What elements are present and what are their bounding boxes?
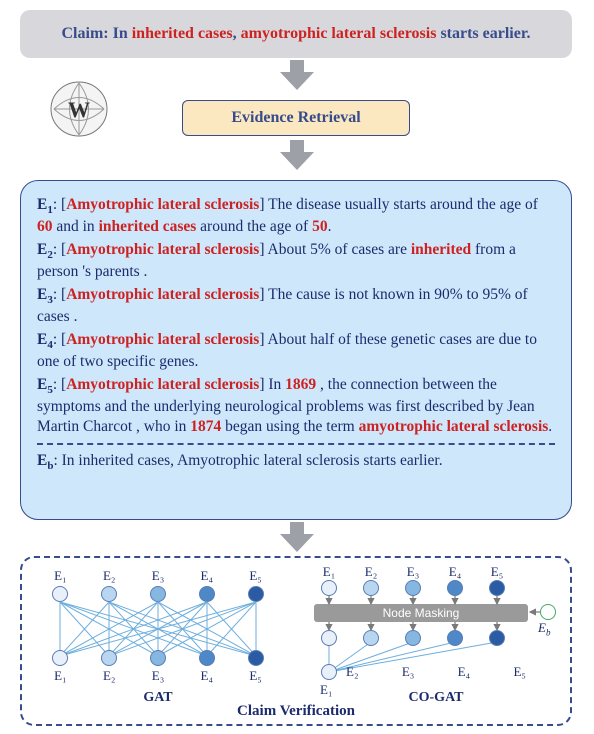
node-label: E₄ bbox=[201, 668, 213, 684]
e5-mid2: began using the term bbox=[221, 418, 358, 435]
claim-kw1: inherited cases bbox=[132, 25, 233, 42]
node-label: E₁ bbox=[320, 682, 332, 698]
e5-kw1: 1869 bbox=[285, 376, 316, 393]
node-label: E₂ bbox=[103, 668, 115, 684]
e5-kw3: amyotrophic lateral sclerosis bbox=[359, 418, 549, 435]
e5-end: . bbox=[548, 418, 552, 435]
e1-kw1: 60 bbox=[37, 218, 53, 235]
verification-label: Claim Verification bbox=[237, 703, 355, 720]
graph-node bbox=[321, 664, 337, 680]
graph-node bbox=[405, 630, 421, 646]
node-label: E₃ bbox=[402, 664, 414, 680]
claim-mid: , bbox=[233, 25, 241, 42]
eb-text: : In inherited cases, Amyotrophic latera… bbox=[53, 452, 442, 469]
graph-node bbox=[52, 650, 68, 666]
gat-title: GAT bbox=[143, 690, 172, 706]
evidence-eb: Eb: In inherited cases, Amyotrophic late… bbox=[37, 451, 555, 473]
verification-panel: E₁ E₂ E₃ E₄ E₅ bbox=[20, 556, 572, 726]
node-label: E₅ bbox=[513, 664, 525, 680]
e2-text: ] About 5% of cases are bbox=[259, 241, 411, 258]
e1-post: around the age of bbox=[196, 218, 312, 235]
e1-kw3: 50 bbox=[312, 218, 328, 235]
evidence-panel: E1: [Amyotrophic lateral sclerosis] The … bbox=[20, 180, 572, 520]
node-label: E₂ bbox=[346, 664, 358, 680]
evidence-e5: E5: [Amyotrophic lateral sclerosis] In 1… bbox=[37, 375, 555, 437]
e1-end: . bbox=[328, 218, 332, 235]
claim-kw2: amyotrophic lateral sclerosis bbox=[241, 25, 437, 42]
evidence-retrieval-label: Evidence Retrieval bbox=[231, 109, 360, 127]
node-label: E₅ bbox=[249, 668, 261, 684]
arrow-down-icon bbox=[280, 522, 314, 552]
e1-mid: and in bbox=[53, 218, 99, 235]
claim-suffix: starts earlier. bbox=[436, 25, 530, 42]
topic-label: Amyotrophic lateral sclerosis bbox=[66, 376, 259, 393]
claim-prefix: Claim: In bbox=[62, 25, 132, 42]
e5-pre: ] In bbox=[259, 376, 285, 393]
graph-node bbox=[101, 650, 117, 666]
claim-box: Claim: In inherited cases, amyotrophic l… bbox=[20, 10, 572, 58]
evidence-e2: E2: [Amyotrophic lateral sclerosis] Abou… bbox=[37, 240, 555, 282]
graph-node bbox=[321, 630, 337, 646]
graph-node bbox=[248, 650, 264, 666]
wikipedia-logo-icon: W bbox=[48, 80, 110, 138]
node-label: E₄ bbox=[458, 664, 470, 680]
topic-label: Amyotrophic lateral sclerosis bbox=[66, 286, 259, 303]
evidence-e3: E3: [Amyotrophic lateral sclerosis] The … bbox=[37, 285, 555, 327]
gat-graph: E₁ E₂ E₃ E₄ E₅ bbox=[36, 568, 280, 704]
evidence-retrieval-box: Evidence Retrieval bbox=[182, 100, 410, 136]
graph-node bbox=[447, 630, 463, 646]
e1-kw2: inherited cases bbox=[99, 218, 197, 235]
cogat-title: CO-GAT bbox=[409, 690, 464, 706]
e2-kw1: inherited bbox=[411, 241, 471, 258]
evidence-e4: E4: [Amyotrophic lateral sclerosis] Abou… bbox=[37, 330, 555, 372]
arrow-down-icon bbox=[280, 140, 314, 170]
topic-label: Amyotrophic lateral sclerosis bbox=[66, 331, 259, 348]
svg-text:W: W bbox=[68, 97, 90, 122]
claim-text: Claim: In inherited cases, amyotrophic l… bbox=[62, 25, 531, 43]
graph-node bbox=[150, 650, 166, 666]
node-label: E₁ bbox=[54, 668, 66, 684]
e1-text: ] The disease usually starts around the … bbox=[259, 196, 538, 213]
arrow-down-icon bbox=[280, 60, 314, 90]
topic-label: Amyotrophic lateral sclerosis bbox=[66, 241, 259, 258]
e5-kw2: 1874 bbox=[190, 418, 221, 435]
topic-label: Amyotrophic lateral sclerosis bbox=[66, 196, 259, 213]
evidence-divider bbox=[37, 443, 555, 445]
cogat-graph: E₁ E₂ E₃ E₄ E₅ Eb Node Masking bbox=[308, 564, 564, 704]
graph-node bbox=[489, 630, 505, 646]
node-label: E₃ bbox=[152, 668, 164, 684]
graph-node bbox=[363, 630, 379, 646]
graph-node bbox=[199, 650, 215, 666]
evidence-e1: E1: [Amyotrophic lateral sclerosis] The … bbox=[37, 195, 555, 237]
